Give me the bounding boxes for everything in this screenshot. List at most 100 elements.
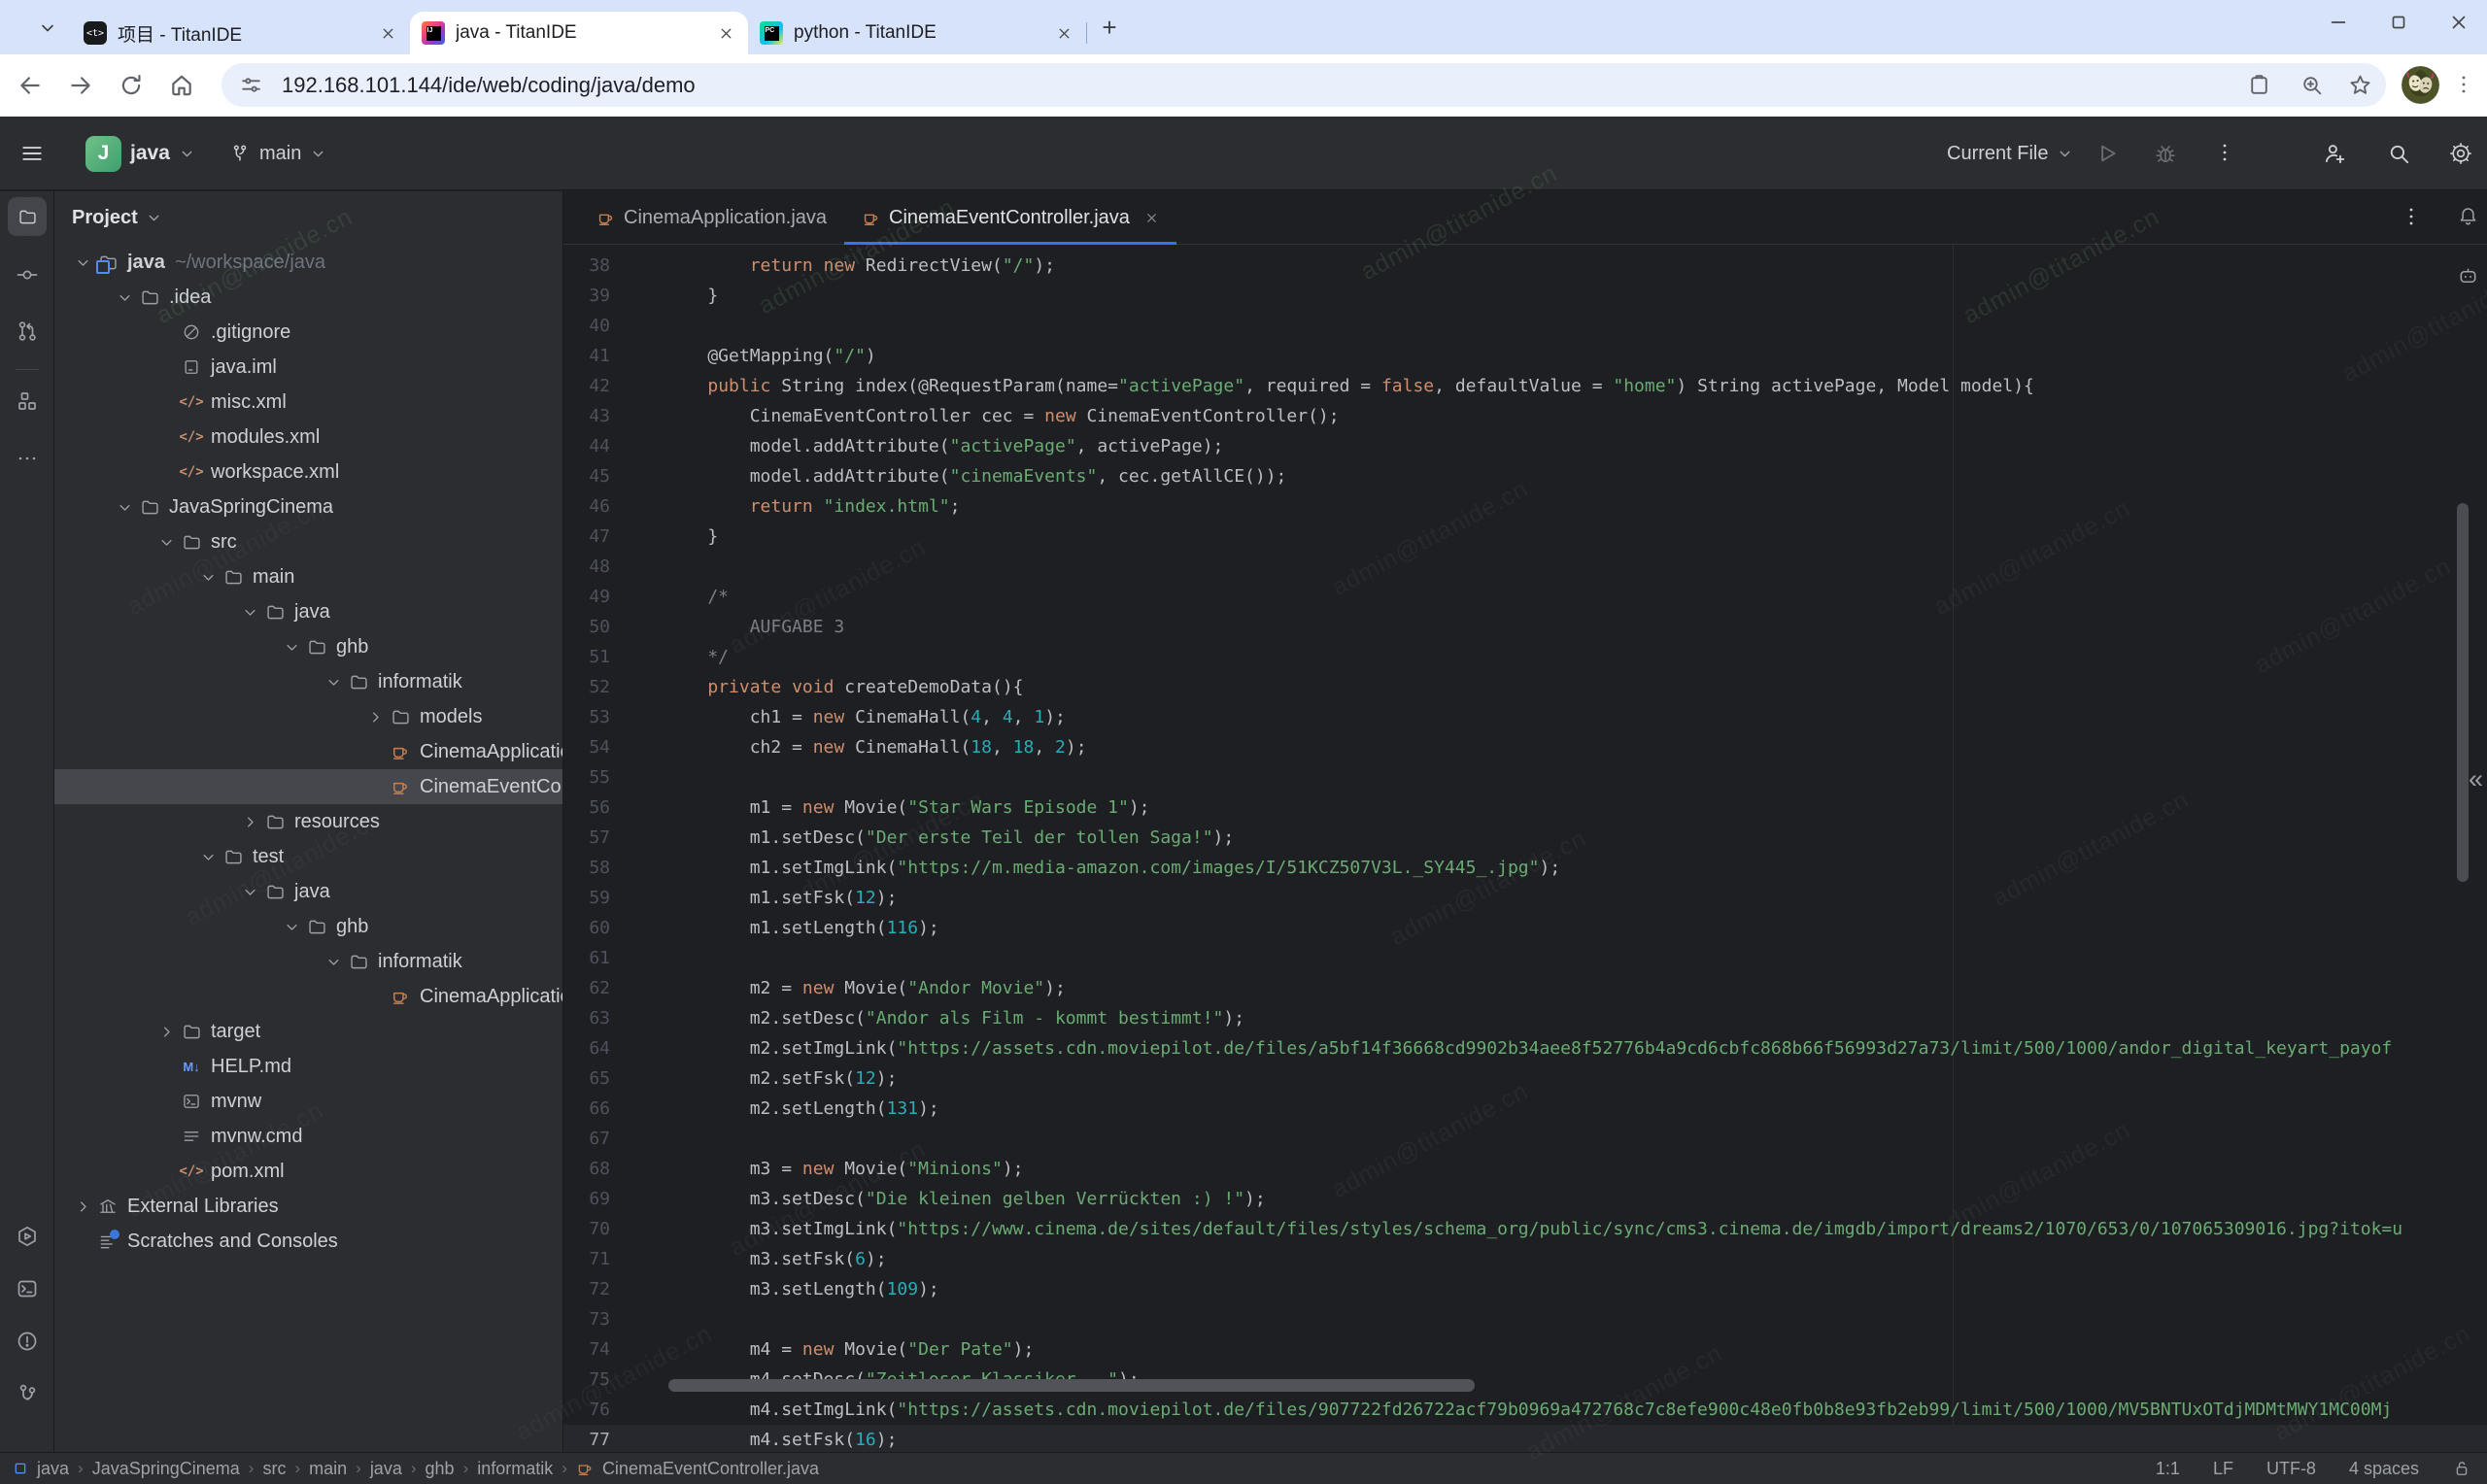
chevron-down-icon[interactable]	[237, 885, 262, 899]
code-text[interactable]: m4.setFsk(16);	[665, 1425, 897, 1452]
chevron-down-icon[interactable]	[195, 850, 221, 864]
code-text[interactable]: m1.setFsk(12);	[665, 883, 897, 913]
more-actions-icon[interactable]	[2213, 141, 2236, 164]
tree-item-.idea[interactable]: .idea	[54, 280, 562, 315]
tree-item-scratches-and-consoles[interactable]: Scratches and Consoles	[54, 1224, 562, 1259]
code-text[interactable]: m3.setFsk(6);	[665, 1244, 887, 1274]
code-text[interactable]: }	[665, 522, 718, 552]
line-number[interactable]: 51	[563, 642, 665, 672]
tree-item-ghb[interactable]: ghb	[54, 909, 562, 944]
line-number[interactable]: 42	[563, 371, 665, 401]
breadcrumb-item[interactable]: informatik	[477, 1459, 553, 1479]
reload-icon[interactable]	[119, 73, 144, 98]
status-indent-size[interactable]: 4 spaces	[2349, 1459, 2419, 1479]
breadcrumb-item[interactable]: src	[262, 1459, 286, 1479]
chevron-right-icon[interactable]	[70, 1199, 95, 1214]
close-tab-icon[interactable]	[1056, 25, 1073, 42]
home-icon[interactable]	[169, 73, 194, 98]
line-number[interactable]: 65	[563, 1063, 665, 1094]
profile-avatar[interactable]	[2402, 66, 2439, 104]
tree-item-src[interactable]: src	[54, 524, 562, 559]
tree-item-java[interactable]: java	[54, 874, 562, 909]
project-selector[interactable]: J java	[85, 117, 195, 190]
line-number[interactable]: 68	[563, 1154, 665, 1184]
line-number[interactable]: 70	[563, 1214, 665, 1244]
chevron-down-icon[interactable]	[279, 920, 304, 934]
code-text[interactable]: }	[665, 281, 718, 311]
chevron-down-icon[interactable]	[279, 640, 304, 655]
code-text[interactable]: m3.setImgLink("https://www.cinema.de/sit…	[665, 1214, 2402, 1244]
debug-button[interactable]	[2153, 141, 2178, 166]
chevron-down-icon[interactable]	[321, 955, 346, 969]
branch-selector[interactable]: main	[229, 117, 326, 190]
chevron-down-icon[interactable]	[112, 290, 137, 305]
breadcrumb-item[interactable]: java	[370, 1459, 402, 1479]
code-text[interactable]: m1.setDesc("Der erste Teil der tollen Sa…	[665, 823, 1234, 853]
line-number[interactable]: 77	[563, 1425, 665, 1452]
tree-item-mvnw[interactable]: mvnw	[54, 1084, 562, 1119]
line-number[interactable]: 61	[563, 943, 665, 973]
code-text[interactable]: m1.setLength(116);	[665, 913, 939, 943]
tree-item-cinemaapplication.java[interactable]: CinemaApplication.java	[54, 734, 562, 769]
tree-item-informatik[interactable]: informatik	[54, 664, 562, 699]
code-text[interactable]: return "index.html";	[665, 491, 960, 522]
breadcrumb-item[interactable]: java	[37, 1459, 69, 1479]
chevron-down-icon[interactable]	[153, 535, 179, 550]
line-number[interactable]: 46	[563, 491, 665, 522]
line-number[interactable]: 45	[563, 461, 665, 491]
code-text[interactable]: return new RedirectView("/");	[665, 251, 1055, 281]
status-encoding[interactable]: UTF-8	[2266, 1459, 2316, 1479]
code-text[interactable]: m2 = new Movie("Andor Movie");	[665, 973, 1066, 1003]
tree-item-cinemaapplicationtests.java[interactable]: CinemaApplicationTests.java	[54, 979, 562, 1014]
line-number[interactable]: 69	[563, 1184, 665, 1214]
activity-structure-icon[interactable]	[8, 382, 47, 421]
code-text[interactable]: m4 = new Movie("Der Pate");	[665, 1334, 1034, 1365]
tree-item-.gitignore[interactable]: .gitignore	[54, 315, 562, 350]
line-number[interactable]: 71	[563, 1244, 665, 1274]
line-number[interactable]: 53	[563, 702, 665, 732]
line-number[interactable]: 67	[563, 1124, 665, 1154]
line-number[interactable]: 49	[563, 582, 665, 612]
tree-item-java.iml[interactable]: java.iml	[54, 350, 562, 385]
activity-project-icon[interactable]	[8, 197, 47, 236]
breadcrumb-item[interactable]: CinemaEventController.java	[602, 1459, 819, 1479]
code-text[interactable]: m3.setLength(109);	[665, 1274, 939, 1304]
close-tab-icon[interactable]	[380, 25, 396, 42]
browser-tab[interactable]: <t>项目 - TitanIDE	[72, 12, 410, 54]
code-text[interactable]: model.addAttribute("cinemaEvents", cec.g…	[665, 461, 1286, 491]
horizontal-scrollbar[interactable]	[668, 1379, 1475, 1392]
line-number[interactable]: 60	[563, 913, 665, 943]
line-number[interactable]: 74	[563, 1334, 665, 1365]
activity-problems-icon[interactable]	[8, 1322, 47, 1361]
tree-item-java[interactable]: java	[54, 594, 562, 629]
lock-open-icon[interactable]	[2452, 1459, 2471, 1478]
url-text[interactable]: 192.168.101.144/ide/web/coding/java/demo	[282, 63, 696, 107]
chevron-down-icon[interactable]	[70, 255, 95, 270]
code-text[interactable]: ch2 = new CinemaHall(18, 18, 2);	[665, 732, 1087, 762]
code-text[interactable]: m2.setDesc("Andor als Film - kommt besti…	[665, 1003, 1244, 1033]
address-bar[interactable]: 192.168.101.144/ide/web/coding/java/demo	[221, 63, 2386, 107]
tree-item-models[interactable]: models	[54, 699, 562, 734]
code-text[interactable]: */	[665, 642, 729, 672]
add-user-icon[interactable]	[2322, 141, 2347, 166]
run-config-selector[interactable]: Current File	[1947, 117, 2073, 190]
line-number[interactable]: 58	[563, 853, 665, 883]
line-number[interactable]: 54	[563, 732, 665, 762]
line-number[interactable]: 50	[563, 612, 665, 642]
chevron-down-icon[interactable]	[195, 570, 221, 585]
breadcrumb-item[interactable]: ghb	[426, 1459, 455, 1479]
line-number[interactable]: 64	[563, 1033, 665, 1063]
code-text[interactable]: m2.setImgLink("https://assets.cdn.moviep…	[665, 1033, 2392, 1063]
breadcrumb-item[interactable]: JavaSpringCinema	[92, 1459, 240, 1479]
close-window-icon[interactable]	[2448, 12, 2470, 33]
ai-assistant-icon[interactable]	[2457, 265, 2479, 287]
chevron-right-icon[interactable]	[237, 815, 262, 829]
code-text[interactable]: m3.setDesc("Die kleinen gelben Verrückte…	[665, 1184, 1266, 1214]
tree-item-external-libraries[interactable]: External Libraries	[54, 1189, 562, 1224]
tab-search-button[interactable]	[33, 14, 62, 43]
code-text[interactable]: /*	[665, 582, 729, 612]
zoom-in-icon[interactable]	[2300, 73, 2324, 97]
tree-item-modules.xml[interactable]: </>modules.xml	[54, 420, 562, 455]
tree-item-target[interactable]: target	[54, 1014, 562, 1049]
chevron-down-icon[interactable]	[321, 675, 346, 690]
